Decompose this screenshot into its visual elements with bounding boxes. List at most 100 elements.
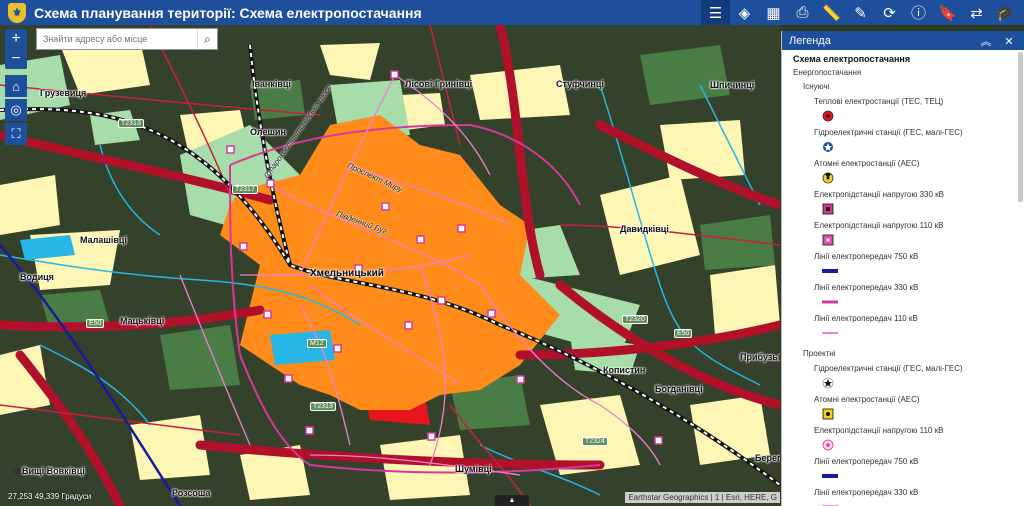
road-shield: T2324 (582, 437, 608, 446)
map-canvas (0, 25, 780, 506)
legend-panel: Легенда ︽ ✕ Схема електропостачання Енер… (781, 31, 1024, 506)
legend-item: Атомні електростанції (АЕС) (814, 159, 1018, 184)
draw-icon[interactable]: ✎ (846, 0, 875, 25)
line-330-icon (822, 296, 838, 308)
place-label: Мацьківці (120, 316, 165, 326)
road-shield: E50 (674, 329, 693, 338)
legend-item-label: Гідроелектричні станції (ГЕС, малі-ГЕС) (814, 364, 963, 373)
legend-header: Легенда ︽ ✕ (782, 31, 1024, 50)
app-header: ⚜ Схема планування території: Схема елек… (0, 0, 1024, 25)
place-label: Берег (755, 453, 780, 463)
legend-layer-name: Схема електропостачання (793, 54, 911, 64)
nuclear-plant-icon (822, 172, 838, 184)
place-label: Вищі Вовківці (22, 466, 85, 476)
search-icon[interactable]: ⌕ (197, 29, 217, 49)
legend-item: Електропідстанції напругою 330 кВ (814, 190, 1018, 215)
legend-item-label: Атомні електростанції (АЕС) (814, 159, 920, 168)
collapse-icon[interactable]: ︽ (978, 33, 994, 49)
planned-substation-110-icon (822, 439, 838, 451)
place-label: Розсоша (172, 488, 211, 498)
legend-item-label: Теплові електростанції (ТЕС, ТЕЦ) (814, 97, 944, 106)
legend-tool-icon[interactable]: ☰ (701, 0, 730, 25)
search-box: ⌕ (36, 28, 218, 50)
app-root: ⚜ Схема планування території: Схема елек… (0, 0, 1024, 506)
coat-of-arms-icon: ⚜ (8, 2, 26, 23)
about-icon[interactable]: ⓘ (904, 0, 933, 25)
legend-item-label: Електропідстанції напругою 110 кВ (814, 221, 944, 230)
place-label: Прибузька (740, 352, 780, 362)
close-icon[interactable]: ✕ (1001, 33, 1017, 49)
place-label: Копистин (603, 365, 646, 375)
legend-item-label: Лінії електропередач 750 кВ (814, 457, 919, 466)
legend-item-label: Електропідстанції напругою 330 кВ (814, 190, 945, 199)
legend-item-label: Лінії електропередач 330 кВ (814, 488, 919, 497)
planned-nuclear-icon (822, 408, 838, 420)
place-label: Шпичинці (710, 80, 755, 90)
legend-item-label: Лінії електропередач 110 кВ (814, 314, 918, 323)
substation-330-icon (822, 203, 838, 215)
place-label: Грузевиця (40, 88, 87, 98)
legend-subgroup-planned: Проектні (803, 349, 836, 358)
app-title: Схема планування території: Схема електр… (34, 4, 422, 21)
legend-item: Гідроелектричні станції (ГЕС, малі-ГЕС) (814, 128, 1018, 153)
place-label: Давидківці (620, 224, 669, 234)
basemap-gallery-icon[interactable]: ▦ (759, 0, 788, 25)
bookmark-icon[interactable]: 🔖 (933, 0, 962, 25)
legend-item-label: Лінії електропередач 330 кВ (814, 283, 919, 292)
zoom-control: + − (5, 29, 27, 69)
legend-item: Лінії електропередач 750 кВ (814, 252, 1018, 277)
road-shield: T2313 (118, 119, 144, 128)
place-label: Малашівці (80, 235, 127, 245)
place-label: Стуфчинці (556, 79, 604, 89)
map-attribution: Earthstar Geographics | 1 | Esri, HERE, … (625, 492, 780, 503)
legend-item: Лінії електропередач 330 кВ (814, 283, 1018, 308)
planned-line-750-icon (822, 470, 838, 482)
legend-group-name: Енергопостачання (793, 68, 862, 77)
legend-item: Лінії електропередач 110 кВ (814, 314, 1018, 339)
substation-110-icon (822, 234, 838, 246)
thermal-plant-icon (822, 110, 838, 122)
legend-item-label: Атомні електростанції (АЕС) (814, 395, 920, 404)
legend-item-label: Лінії електропередач 750 кВ (814, 252, 919, 261)
place-label: Іванківці (252, 79, 291, 89)
coordinates-readout: 27,253 49,339 Градуси (8, 492, 92, 501)
place-label: Богданівці (655, 384, 703, 394)
zoom-in-button[interactable]: + (5, 29, 27, 49)
home-icon[interactable]: ⌂ (5, 75, 27, 97)
legend-item: Електропідстанції напругою 110 кВ (814, 426, 1018, 451)
road-shield: T2320 (622, 315, 648, 324)
legend-item: Електропідстанції напругою 110 кВ (814, 221, 1018, 246)
layers-tool-icon[interactable]: ◈ (730, 0, 759, 25)
share-icon[interactable]: ⇄ (962, 0, 991, 25)
line-750-icon (822, 265, 838, 277)
legend-item: Лінії електропередач 330 кВ (814, 488, 1018, 506)
planned-line-330-icon (822, 501, 838, 506)
attribution-toggle-icon[interactable]: ▲ (495, 495, 529, 506)
city-label: Хмельницький (310, 268, 384, 279)
zoom-out-button[interactable]: − (5, 49, 27, 69)
legend-body: Схема електропостачання Енергопостачання… (782, 50, 1018, 506)
planned-hydro-icon (822, 377, 838, 389)
search-input[interactable] (37, 30, 197, 48)
legend-subgroup-existing: Існуючі (803, 82, 830, 91)
line-110-icon (822, 327, 838, 339)
locate-icon[interactable]: ◎ (5, 99, 27, 121)
place-label: Олешин (250, 127, 286, 137)
legend-scrollbar[interactable] (1018, 52, 1023, 202)
place-label: Шумівці (455, 464, 492, 474)
print-icon[interactable]: ⎙ (788, 0, 817, 25)
road-shield: M12 (307, 339, 327, 348)
place-label: Водиця (20, 272, 54, 282)
hydro-plant-icon (822, 141, 838, 153)
swipe-icon[interactable]: ⟳ (875, 0, 904, 25)
road-shield: E50 (86, 319, 105, 328)
place-label: Лісові Гринівці (405, 79, 473, 89)
toolbar: ☰ ◈ ▦ ⎙ 📏 ✎ ⟳ ⓘ 🔖 ⇄ 🎓 (701, 0, 1020, 25)
fullscreen-icon[interactable]: ⛶ (5, 123, 27, 145)
help-icon[interactable]: 🎓 (991, 0, 1020, 25)
legend-item: Лінії електропередач 750 кВ (814, 457, 1018, 482)
measure-icon[interactable]: 📏 (817, 0, 846, 25)
legend-item-label: Гідроелектричні станції (ГЕС, малі-ГЕС) (814, 128, 963, 137)
map-view[interactable]: Грузевиця Іванківці Лісові Гринівці Стуф… (0, 25, 780, 506)
legend-title: Легенда (789, 34, 831, 47)
